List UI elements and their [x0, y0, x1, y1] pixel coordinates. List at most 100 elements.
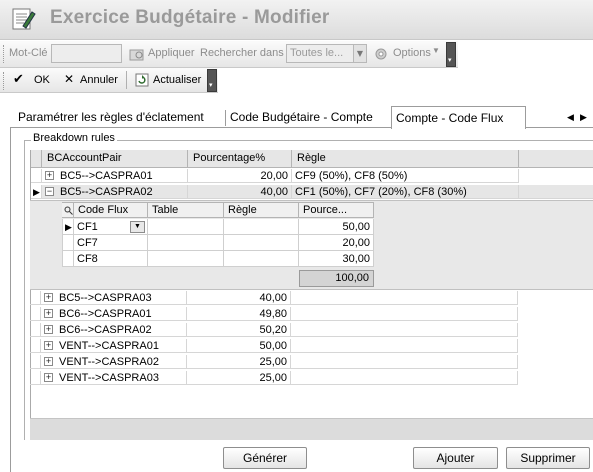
tab-breakdown-settings[interactable]: Paramétrer les règles d'éclatement — [18, 109, 204, 127]
detail-cell-rule[interactable] — [224, 219, 299, 235]
row-selector-header — [31, 150, 42, 168]
delete-button[interactable]: Supprimer — [506, 447, 590, 469]
detail-column-header-pourcentage[interactable]: Pource... — [299, 202, 374, 218]
detail-cell-table[interactable] — [148, 235, 224, 251]
tab-strip: Paramétrer les règles d'éclatement Code … — [10, 106, 593, 129]
detail-row[interactable]: CF8 30,00 — [62, 251, 374, 267]
search-in-label: Rechercher dans — [200, 47, 284, 59]
detail-row[interactable]: CF7 20,00 — [62, 235, 374, 251]
tab-budget-code-account[interactable]: Code Budgétaire - Compte — [230, 109, 373, 127]
table-row[interactable]: BC5-->CASPRA01 + 20,00 CF9 (50%), CF8 (5… — [31, 169, 593, 183]
table-row[interactable]: BC5-->CASPRA03 + 40,00 — [30, 291, 593, 305]
expand-plus-icon[interactable]: + — [44, 325, 53, 334]
table-row[interactable]: BC6-->CASPRA01 + 49,80 — [30, 307, 593, 321]
row-selector[interactable] — [31, 169, 42, 183]
detail-column-header-code-flux[interactable]: Code Flux — [74, 202, 148, 218]
column-header-regle[interactable]: Règle — [292, 150, 519, 168]
expand-plus-icon[interactable]: + — [45, 171, 54, 180]
cell-rule — [291, 355, 518, 369]
cancel-button[interactable]: Annuler — [80, 74, 118, 86]
chevron-down-icon[interactable]: ▼ — [353, 45, 366, 62]
tab-account-flow-code[interactable]: Compte - Code Flux — [391, 106, 526, 129]
expand-plus-icon[interactable]: + — [44, 341, 53, 350]
detail-row-selector[interactable] — [62, 235, 74, 251]
table-row[interactable]: VENT-->CASPRA02 + 25,00 — [30, 355, 593, 369]
ok-button[interactable]: OK — [34, 74, 50, 86]
detail-cell-table[interactable] — [148, 219, 224, 235]
detail-cell-pct[interactable]: 20,00 — [299, 235, 374, 251]
search-in-dropdown[interactable]: Toutes le... ▼ — [286, 44, 367, 63]
detail-cell-code[interactable]: CF8 — [74, 251, 148, 267]
expand-plus-icon[interactable]: + — [44, 293, 53, 302]
search-toolbar: Mot-Clé Appliquer Rechercher dans Toutes… — [0, 41, 458, 68]
detail-row[interactable]: ▶ CF1 ▼ 50,00 — [62, 219, 374, 235]
detail-cell-code-value: CF1 — [77, 221, 98, 233]
cell-pair: BC5-->CASPRA02 — [42, 185, 188, 199]
cell-rule — [291, 307, 518, 321]
row-selector[interactable] — [30, 307, 41, 321]
cell-pair: BC5-->CASPRA01 — [42, 169, 188, 183]
refresh-button[interactable]: Actualiser — [153, 74, 201, 86]
tab-scroll-left-icon[interactable]: ◀ — [567, 109, 574, 127]
keyword-label: Mot-Clé — [9, 47, 48, 59]
collapse-minus-icon[interactable]: − — [45, 187, 54, 196]
current-row-icon: ▶ — [65, 222, 72, 232]
detail-column-header-regle[interactable]: Règle — [224, 202, 299, 218]
toolbar-separator — [126, 71, 127, 89]
expand-plus-icon[interactable]: + — [44, 309, 53, 318]
toolbar-overflow-button[interactable]: ▾ — [207, 69, 217, 92]
grid-footer — [30, 418, 593, 440]
toolbar-overflow-button[interactable]: ▾ — [446, 42, 456, 67]
cell-pair: VENT-->CASPRA01 — [41, 339, 187, 353]
tab-separator — [225, 110, 226, 126]
table-row[interactable]: VENT-->CASPRA01 + 50,00 — [30, 339, 593, 353]
detail-cell-pct[interactable]: 50,00 — [299, 219, 374, 235]
row-selector[interactable] — [30, 323, 41, 337]
cell-pair: BC6-->CASPRA01 — [41, 307, 187, 321]
detail-cell-rule[interactable] — [224, 235, 299, 251]
detail-cell-code[interactable]: CF7 — [74, 235, 148, 251]
row-selector[interactable] — [30, 339, 41, 353]
row-selector[interactable]: ▶ — [31, 185, 42, 199]
options-button[interactable]: Options — [393, 47, 431, 59]
table-row[interactable]: ▶ BC5-->CASPRA02 − 40,00 CF1 (50%), CF7 … — [31, 185, 593, 199]
row-selector[interactable] — [30, 371, 41, 385]
chevron-down-icon[interactable]: ▼ — [130, 221, 145, 233]
options-chevron-icon[interactable]: ▼ — [432, 46, 440, 55]
close-icon: ✕ — [64, 72, 75, 86]
add-button[interactable]: Ajouter — [413, 447, 498, 469]
cell-pct: 40,00 — [187, 291, 291, 305]
table-row[interactable]: VENT-->CASPRA03 + 25,00 — [30, 371, 593, 385]
detail-row-selector[interactable]: ▶ — [62, 219, 74, 235]
table-row[interactable]: BC6-->CASPRA02 + 50,20 — [30, 323, 593, 337]
check-icon: ✔ — [13, 71, 24, 86]
cell-pct: 20,00 — [188, 169, 292, 183]
cell-pct: 50,20 — [187, 323, 291, 337]
row-selector[interactable] — [30, 291, 41, 305]
cell-pct: 50,00 — [187, 339, 291, 353]
row-selector[interactable] — [30, 355, 41, 369]
toolbar-grip[interactable] — [3, 45, 6, 63]
detail-cell-pct[interactable]: 30,00 — [299, 251, 374, 267]
toolbar-grip[interactable] — [3, 72, 6, 90]
cell-filler — [519, 185, 593, 199]
detail-cell-code[interactable]: CF1 ▼ — [74, 219, 148, 235]
window-title: Exercice Budgétaire - Modifier — [50, 7, 330, 28]
expand-plus-icon[interactable]: + — [44, 373, 53, 382]
detail-cell-table[interactable] — [148, 251, 224, 267]
generate-button[interactable]: Générer — [223, 447, 307, 469]
tab-scroll-right-icon[interactable]: ▶ — [580, 109, 587, 127]
column-header-pourcentage[interactable]: Pourcentage% — [188, 150, 292, 168]
search-icon — [64, 206, 73, 215]
column-header-bcaccountpair[interactable]: BCAccountPair — [42, 150, 188, 168]
cell-rule — [291, 323, 518, 337]
apply-button[interactable]: Appliquer — [148, 47, 194, 59]
detail-column-header-table[interactable]: Table — [148, 202, 224, 218]
detail-row-selector[interactable] — [62, 251, 74, 267]
detail-cell-rule[interactable] — [224, 251, 299, 267]
cell-rule — [291, 291, 518, 305]
keyword-input[interactable] — [51, 44, 122, 63]
detail-header-search[interactable] — [62, 202, 74, 218]
cell-pair: BC5-->CASPRA03 — [41, 291, 187, 305]
expand-plus-icon[interactable]: + — [44, 357, 53, 366]
